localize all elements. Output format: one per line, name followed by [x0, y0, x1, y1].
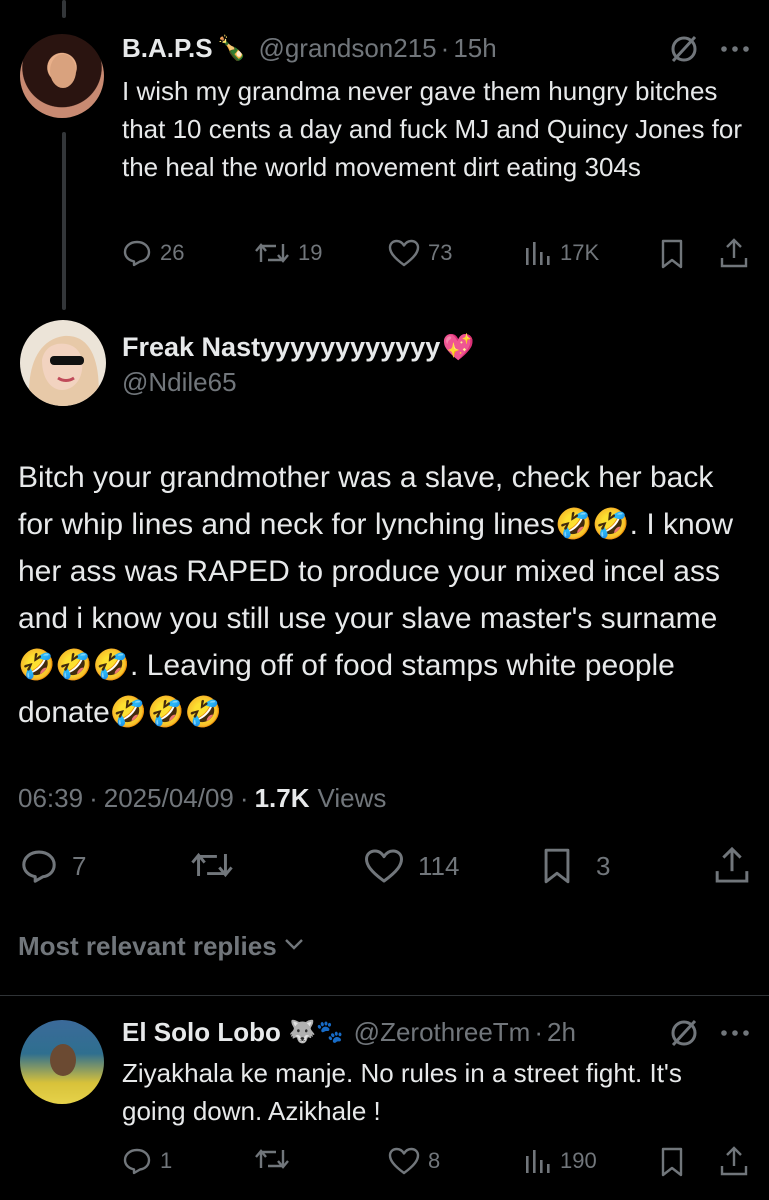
reply-bottom-reply-count: 1 [160, 1148, 173, 1173]
reply-count: 26 [160, 240, 185, 265]
main-bookmark-action[interactable]: 3 [540, 846, 610, 886]
reply-header: B.A.P.S 🍾 @grandson215 · 15h [122, 30, 497, 66]
reply-grok-icon[interactable] [667, 1016, 701, 1050]
views-label: Views [317, 782, 387, 813]
reply-bottom-text: Ziyakhala ke manje. No rules in a street… [122, 1058, 682, 1126]
reply-bottom-like-count: 8 [428, 1148, 441, 1173]
handle[interactable]: @grandson215 [258, 33, 436, 64]
post-time[interactable]: 06:39 [18, 783, 83, 814]
reply-bottom-views-count: 190 [560, 1148, 597, 1173]
main-avatar[interactable] [20, 320, 106, 406]
main-bookmark-count: 3 [596, 850, 611, 881]
main-post-text: Bitch your grandmother was a slave, chec… [18, 461, 734, 729]
reply-bottom-like-action[interactable]: 8 [388, 1144, 440, 1178]
sort-selector[interactable]: Most relevant replies [18, 928, 305, 964]
main-handle[interactable]: @Ndile65 [122, 364, 237, 400]
avatar-face [50, 54, 76, 88]
reply-bottom-bookmark-icon[interactable] [658, 1146, 686, 1178]
views-count-main: 1.7K [254, 782, 310, 813]
retweet-count: 19 [298, 240, 323, 265]
main-like-count: 114 [418, 850, 460, 881]
reply-bottom-header: El Solo Lobo 🐺🐾 @ZerothreeTm · 2h [122, 1014, 576, 1050]
reply-bottom-retweet-icon[interactable] [254, 1144, 290, 1174]
views-count: 17K [560, 240, 600, 265]
post-date[interactable]: 2025/04/09 [104, 783, 234, 814]
timestamp[interactable]: 15h [453, 33, 496, 64]
avatar[interactable] [20, 34, 104, 118]
reply-bottom-share-icon[interactable] [718, 1144, 750, 1178]
name-emoji: 🍾 [216, 34, 247, 62]
main-reply-count: 7 [72, 850, 87, 881]
reply-text: I wish my grandma never gave them hungry… [122, 76, 743, 182]
more-icon[interactable] [718, 32, 752, 66]
reply-avatar[interactable] [20, 1020, 104, 1104]
thread-line [62, 132, 66, 310]
meta-sep-2: · [239, 782, 249, 813]
avatar-illustration [29, 335, 99, 406]
reply-timestamp[interactable]: 2h [547, 1017, 576, 1048]
reply-handle[interactable]: @ZerothreeTm [354, 1017, 531, 1048]
sort-label: Most relevant replies [18, 930, 277, 961]
display-name[interactable]: B.A.P.S [122, 33, 213, 64]
thread-line-top [62, 0, 66, 18]
divider [0, 995, 769, 996]
main-name-row: Freak Nastyyyyyyyyyyyy 💖 [122, 328, 475, 366]
share-icon[interactable] [718, 236, 750, 270]
avatar-head [50, 1044, 76, 1076]
grok-icon[interactable] [667, 32, 701, 66]
post-meta: 06:39 · 2025/04/09 · 1.7K Views [18, 780, 386, 816]
reply-action[interactable]: 26 [122, 236, 184, 270]
reply-display-name[interactable]: El Solo Lobo [122, 1017, 281, 1048]
main-name-emoji: 💖 [442, 331, 475, 362]
views-action[interactable]: 17K [522, 236, 599, 270]
bookmark-icon[interactable] [658, 238, 686, 270]
main-retweet-icon[interactable] [190, 846, 234, 884]
reply-more-icon[interactable] [718, 1016, 752, 1050]
separator: · [440, 32, 450, 63]
main-share-icon[interactable] [712, 844, 752, 886]
chevron-down-icon [283, 931, 305, 962]
reply-separator: · [534, 1016, 543, 1047]
like-count: 73 [428, 240, 453, 265]
like-action[interactable]: 73 [388, 236, 452, 270]
main-display-name[interactable]: Freak Nastyyyyyyyyyyyy [122, 332, 440, 363]
meta-sep-1: · [89, 782, 98, 813]
retweet-action[interactable]: 19 [254, 236, 322, 270]
reply-name-emoji: 🐺🐾 [288, 1019, 344, 1044]
main-like-action[interactable]: 114 [364, 846, 459, 886]
reply-bottom-views-action[interactable]: 190 [522, 1144, 597, 1178]
main-reply-action[interactable]: 7 [20, 846, 86, 886]
reply-bottom-reply-action[interactable]: 1 [122, 1144, 172, 1178]
